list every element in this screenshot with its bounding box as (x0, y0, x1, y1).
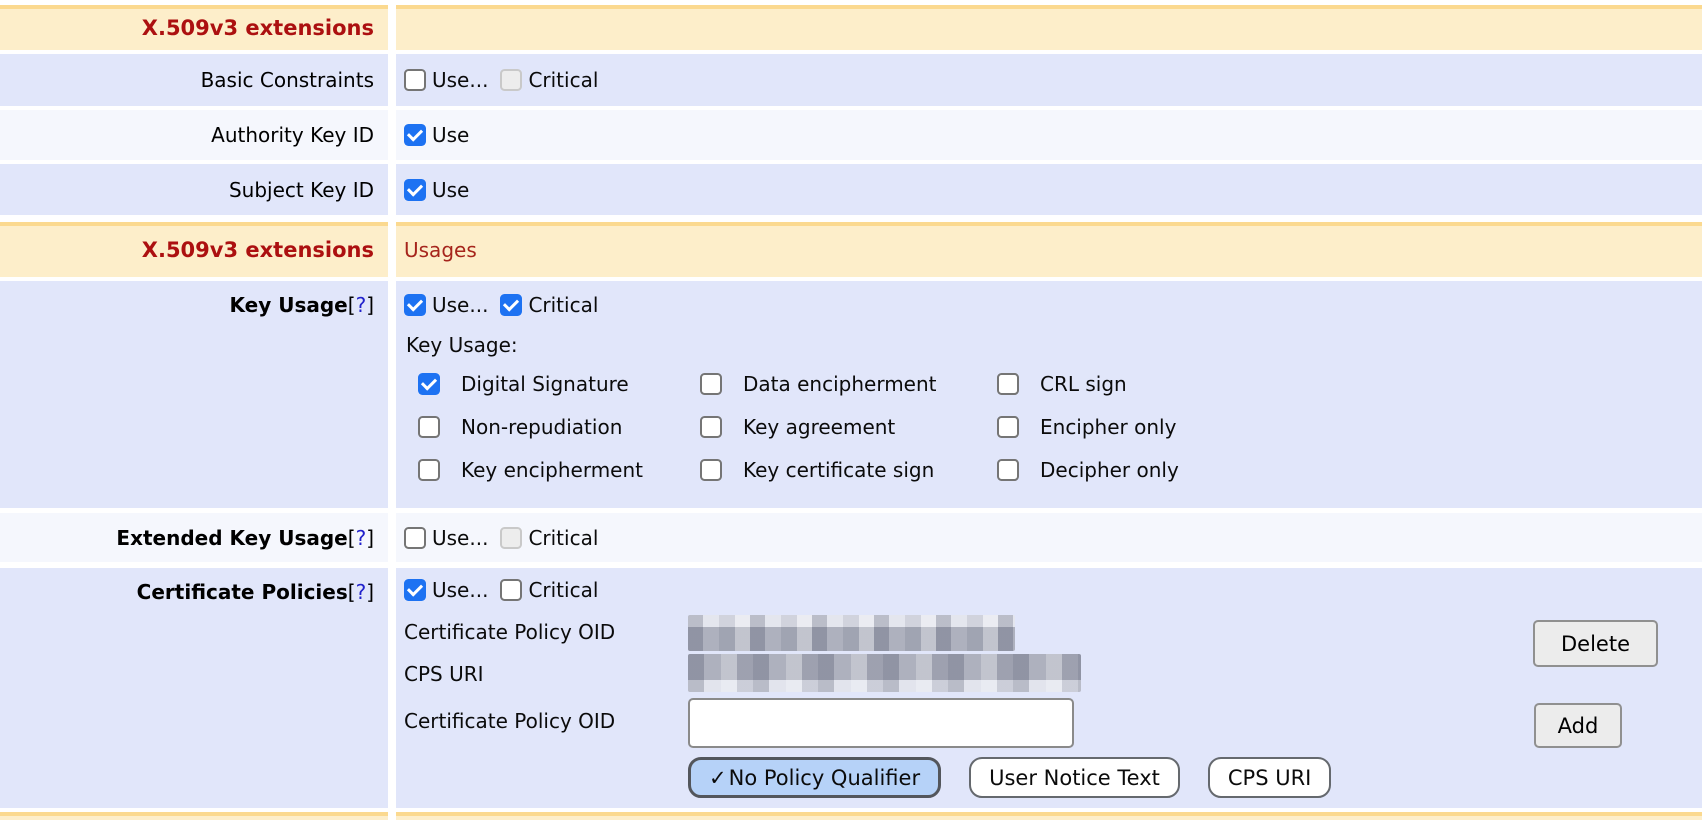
key-usage-group-label: Key Usage: (406, 333, 1702, 357)
option-label: Non-repudiation (461, 415, 622, 439)
key-usage-help-link[interactable]: ? (356, 293, 367, 317)
no-policy-qualifier-button[interactable]: ✓No Policy Qualifier (688, 757, 941, 798)
extended-key-usage-help-link[interactable]: ? (356, 526, 367, 550)
data-encipherment-checkbox[interactable] (700, 373, 722, 395)
critical-checkbox-label: Critical (528, 526, 598, 550)
basic-constraints-use-checkbox[interactable] (404, 69, 426, 91)
row-extended-key-usage: Extended Key Usage[?] Use... Critical (0, 513, 1702, 562)
basic-constraints-label: Basic Constraints (201, 68, 374, 92)
row-authority-key-id: Authority Key ID Use (0, 110, 1702, 160)
cps-uri-button[interactable]: CPS URI (1208, 757, 1332, 798)
subject-key-id-label: Subject Key ID (229, 178, 374, 202)
non-repudiation-checkbox[interactable] (418, 416, 440, 438)
section-title: X.509v3 extensions (142, 16, 374, 40)
certificate-policy-oid-redacted-value (688, 615, 1015, 651)
critical-checkbox-label: Critical (528, 293, 598, 317)
decipher-only-checkbox[interactable] (997, 459, 1019, 481)
column-divider (388, 513, 396, 562)
extended-key-usage-label: Extended Key Usage[?] (116, 526, 374, 550)
row-subject-key-id: Subject Key ID Use (0, 164, 1702, 215)
add-button[interactable]: Add (1534, 703, 1622, 748)
certificate-policies-use-checkbox[interactable] (404, 579, 426, 601)
option-label: Digital Signature (461, 372, 629, 396)
authority-key-id-label: Authority Key ID (211, 123, 374, 147)
column-divider (388, 222, 396, 277)
certificate-policy-oid-input[interactable] (688, 698, 1074, 748)
option-label: Key certificate sign (743, 458, 934, 482)
policy-qualifier-buttons: ✓No Policy Qualifier User Notice Text CP… (688, 757, 1331, 798)
column-divider (388, 164, 396, 215)
option-label: Encipher only (1040, 415, 1176, 439)
use-checkbox-label: Use... (432, 526, 488, 550)
use-checkbox-label: Use (432, 123, 469, 147)
certificate-policies-critical-checkbox[interactable] (500, 579, 522, 601)
crl-sign-checkbox[interactable] (997, 373, 1019, 395)
key-encipherment-checkbox[interactable] (418, 459, 440, 481)
column-divider (388, 5, 396, 50)
use-checkbox-label: Use... (432, 578, 488, 602)
key-usage-critical-checkbox[interactable] (500, 294, 522, 316)
cps-uri-label: CPS URI (404, 662, 484, 686)
option-label: Data encipherment (743, 372, 937, 396)
key-usage-use-checkbox[interactable] (404, 294, 426, 316)
certificate-policy-oid-label: Certificate Policy OID (404, 709, 615, 733)
row-basic-constraints: Basic Constraints Use... Critical (0, 54, 1702, 106)
row-certificate-policies: Certificate Policies[?] Use... Critical … (0, 568, 1702, 808)
delete-button[interactable]: Delete (1533, 620, 1658, 667)
x509-extensions-form: X.509v3 extensions Basic Constraints Use… (0, 0, 1702, 820)
next-section-header-partial (0, 812, 1702, 820)
column-divider (388, 812, 396, 820)
basic-constraints-critical-checkbox (500, 69, 522, 91)
authority-key-id-use-checkbox[interactable] (404, 124, 426, 146)
critical-checkbox-label: Critical (528, 68, 598, 92)
row-key-usage: Key Usage[?] Use... Critical Key Usage: … (0, 281, 1702, 508)
critical-checkbox-label: Critical (528, 578, 598, 602)
subject-key-id-use-checkbox[interactable] (404, 179, 426, 201)
column-divider (388, 54, 396, 106)
column-divider (388, 568, 396, 808)
extended-key-usage-use-checkbox[interactable] (404, 527, 426, 549)
user-notice-text-button[interactable]: User Notice Text (969, 757, 1180, 798)
option-label: Key agreement (743, 415, 895, 439)
section-header-extensions: X.509v3 extensions (0, 5, 1702, 50)
key-certificate-sign-checkbox[interactable] (700, 459, 722, 481)
option-label: Decipher only (1040, 458, 1179, 482)
key-usage-label: Key Usage[?] (230, 293, 374, 317)
cps-uri-redacted-value (688, 654, 1081, 692)
option-label: Key encipherment (461, 458, 643, 482)
option-label: CRL sign (1040, 372, 1127, 396)
encipher-only-checkbox[interactable] (997, 416, 1019, 438)
column-divider (388, 110, 396, 160)
section-header-usages: X.509v3 extensions Usages (0, 222, 1702, 277)
certificate-policies-help-link[interactable]: ? (356, 580, 367, 604)
digital-signature-checkbox[interactable] (418, 373, 440, 395)
column-divider (388, 281, 396, 508)
check-icon: ✓ (709, 766, 727, 790)
key-usage-options-grid: Digital Signature Data encipherment CRL … (418, 372, 1702, 482)
section-title: X.509v3 extensions (142, 238, 374, 262)
section-subtitle: Usages (396, 222, 1702, 277)
use-checkbox-label: Use... (432, 293, 488, 317)
use-checkbox-label: Use (432, 178, 469, 202)
extended-key-usage-critical-checkbox (500, 527, 522, 549)
use-checkbox-label: Use... (432, 68, 488, 92)
key-agreement-checkbox[interactable] (700, 416, 722, 438)
certificate-policy-oid-label: Certificate Policy OID (404, 620, 615, 644)
certificate-policies-label: Certificate Policies[?] (137, 580, 374, 604)
